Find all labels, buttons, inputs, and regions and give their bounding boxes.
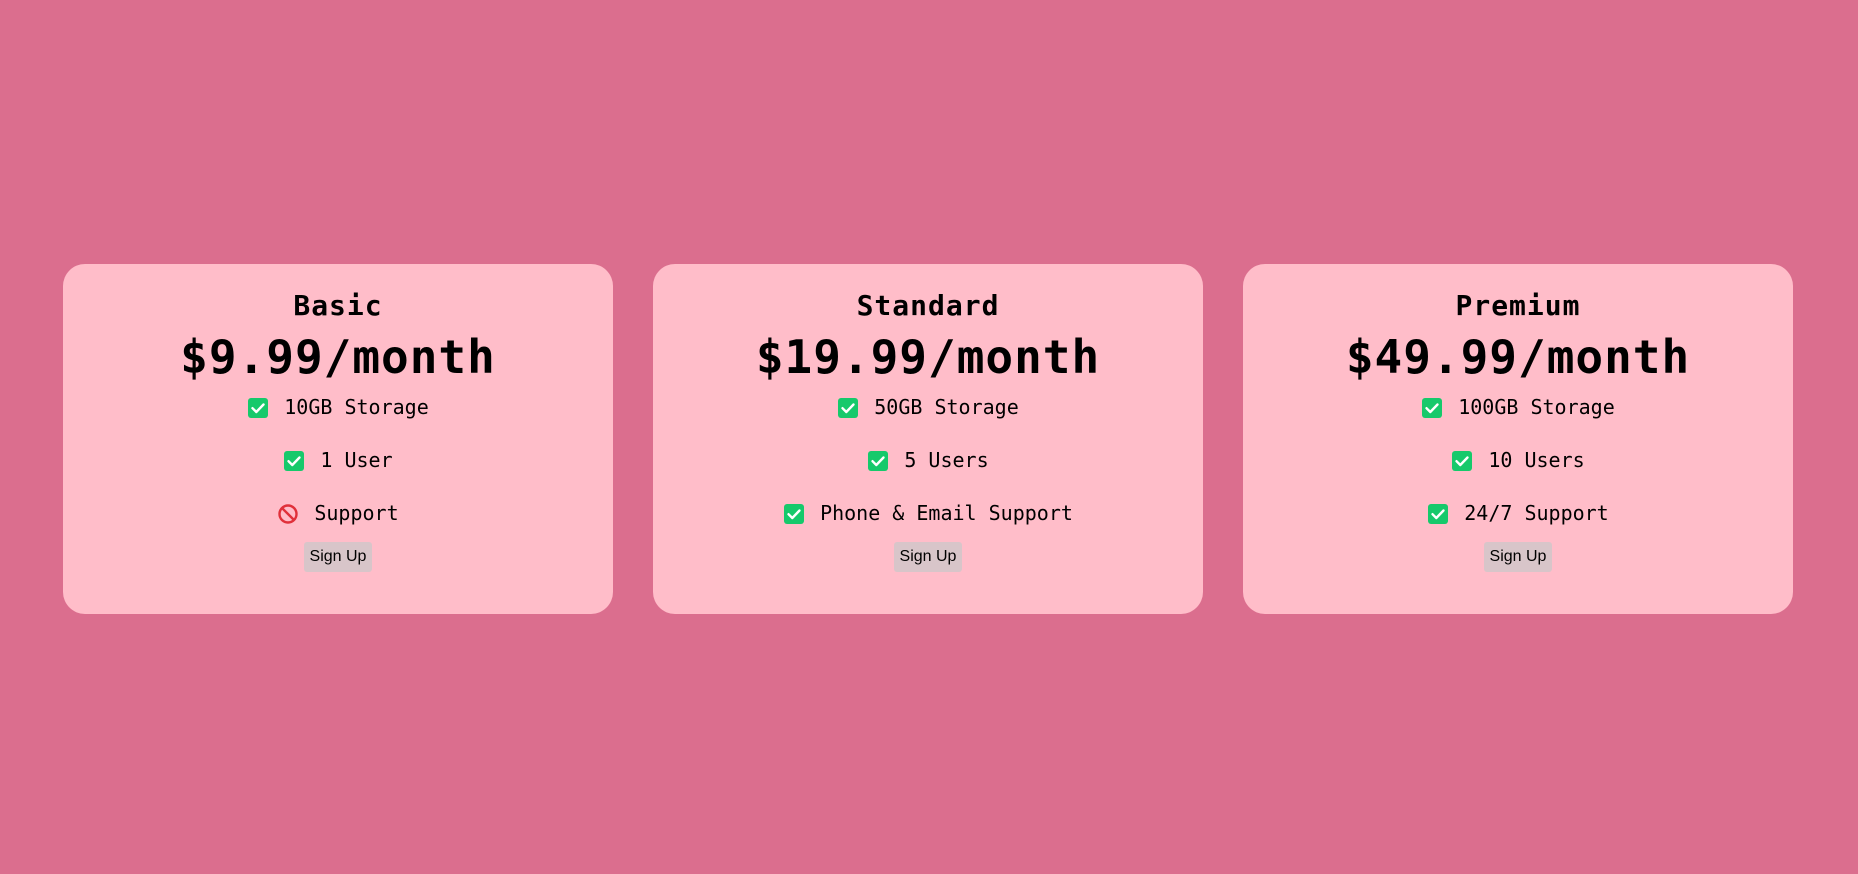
plan-card-standard: Standard $19.99/month 50GB Storage 5 Use… — [653, 264, 1203, 614]
feature-text: 10 Users — [1488, 448, 1585, 472]
feature-item: 1 User — [283, 447, 393, 474]
plan-card-basic: Basic $9.99/month 10GB Storage 1 User Su… — [63, 264, 613, 614]
plan-card-premium: Premium $49.99/month 100GB Storage 10 Us… — [1243, 264, 1793, 614]
feature-list: 50GB Storage 5 Users Phone & Email Suppo… — [783, 394, 1073, 553]
plan-name: Premium — [1455, 289, 1581, 322]
feature-item: 100GB Storage — [1421, 394, 1615, 421]
feature-list: 100GB Storage 10 Users 24/7 Support — [1421, 394, 1615, 553]
check-icon — [1427, 503, 1449, 525]
check-icon — [837, 397, 859, 419]
plan-name: Basic — [293, 289, 383, 322]
check-icon — [867, 450, 889, 472]
plan-price: $49.99/month — [1345, 330, 1691, 384]
no-entry-icon — [277, 503, 299, 525]
check-icon — [783, 503, 805, 525]
feature-item: 10GB Storage — [247, 394, 429, 421]
feature-text: 24/7 Support — [1464, 501, 1609, 525]
feature-text: 50GB Storage — [874, 395, 1019, 419]
feature-text: Phone & Email Support — [820, 501, 1073, 525]
plan-price: $9.99/month — [180, 330, 496, 384]
check-icon — [1421, 397, 1443, 419]
check-icon — [247, 397, 269, 419]
feature-text: 5 Users — [904, 448, 989, 472]
feature-text: 1 User — [320, 448, 393, 472]
feature-text: 100GB Storage — [1458, 395, 1615, 419]
feature-text: Support — [314, 501, 399, 525]
feature-item: 10 Users — [1451, 447, 1585, 474]
check-icon — [1451, 450, 1473, 472]
plan-price: $19.99/month — [755, 330, 1101, 384]
check-icon — [283, 450, 305, 472]
sign-up-button[interactable]: Sign Up — [1483, 542, 1553, 572]
feature-item: 5 Users — [867, 447, 989, 474]
sign-up-button[interactable]: Sign Up — [893, 542, 963, 572]
plan-name: Standard — [856, 289, 1000, 322]
sign-up-button[interactable]: Sign Up — [303, 542, 373, 572]
feature-item: 50GB Storage — [837, 394, 1019, 421]
feature-item: 24/7 Support — [1427, 500, 1609, 527]
feature-item: Phone & Email Support — [783, 500, 1073, 527]
feature-item: Support — [277, 500, 399, 527]
pricing-plans: Basic $9.99/month 10GB Storage 1 User Su… — [63, 264, 1793, 614]
feature-list: 10GB Storage 1 User Support — [247, 394, 429, 553]
feature-text: 10GB Storage — [284, 395, 429, 419]
